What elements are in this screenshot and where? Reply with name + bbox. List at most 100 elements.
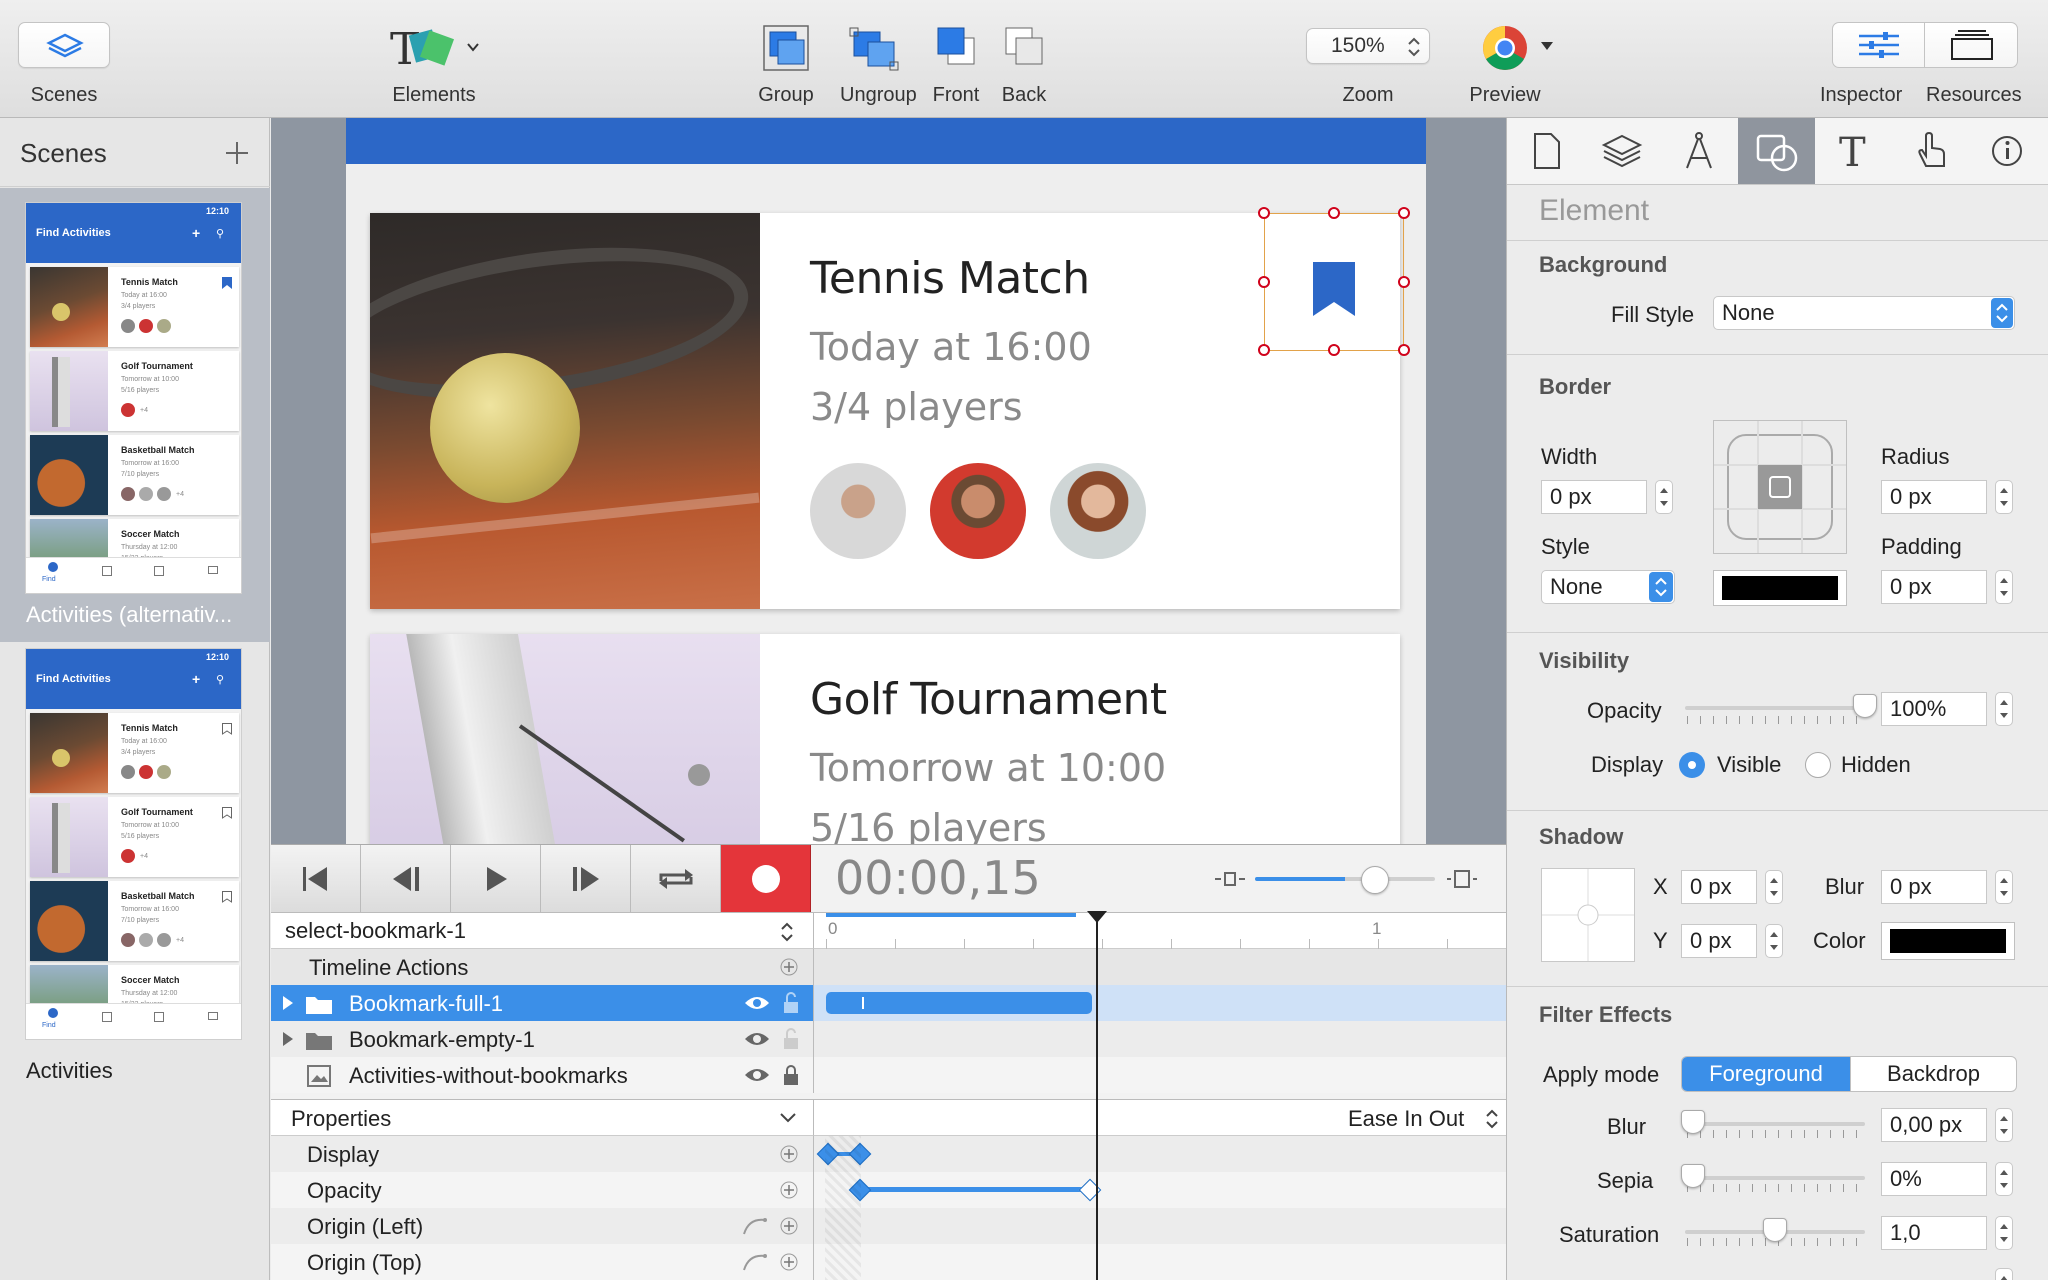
tab-text[interactable]: T <box>1815 118 1892 184</box>
resize-handle[interactable] <box>1328 344 1340 356</box>
bookmark-filled-icon[interactable] <box>1313 262 1355 316</box>
property-track[interactable] <box>813 1244 1506 1280</box>
layer-row[interactable]: Bookmark-empty-1 <box>271 1021 813 1057</box>
resources-toggle-button[interactable] <box>1926 23 2018 67</box>
curve-path-icon[interactable] <box>741 1250 769 1274</box>
property-track[interactable] <box>813 1208 1506 1244</box>
eye-icon[interactable] <box>743 993 771 1013</box>
layer-duration-bar[interactable] <box>826 992 1092 1014</box>
lock-icon[interactable] <box>781 1063 801 1087</box>
tab-actions[interactable] <box>1892 118 1969 184</box>
add-keyframe-icon[interactable] <box>779 1216 799 1236</box>
shadow-blur-stepper[interactable] <box>1995 870 2013 904</box>
preview-button[interactable]: Preview <box>1460 20 1550 120</box>
shadow-y-field[interactable]: 0 px <box>1681 924 1757 958</box>
canvas[interactable]: Tennis Match Today at 16:00 3/4 players <box>271 118 1506 844</box>
saturation-field[interactable]: 1,0 <box>1881 1216 1987 1250</box>
border-padding-field[interactable]: 0 px <box>1881 570 1987 604</box>
elements-toolbar-button[interactable]: T Elements <box>386 22 482 122</box>
resize-handle[interactable] <box>1398 207 1410 219</box>
fill-style-dropdown-icon[interactable] <box>1991 298 2013 328</box>
property-track[interactable] <box>813 1172 1506 1208</box>
resize-handle[interactable] <box>1258 207 1270 219</box>
add-keyframe-icon[interactable] <box>779 1252 799 1272</box>
filter-blur-slider[interactable] <box>1685 1122 1865 1126</box>
preview-dropdown-icon[interactable] <box>1540 40 1554 52</box>
resize-handle[interactable] <box>1258 276 1270 288</box>
unlock-icon[interactable] <box>781 991 801 1015</box>
zoom-in-timeline-icon[interactable] <box>1445 867 1479 891</box>
selection-box[interactable] <box>1258 207 1410 356</box>
shadow-offset-pad[interactable] <box>1541 868 1635 962</box>
visible-radio[interactable] <box>1679 752 1705 778</box>
tab-document[interactable] <box>1507 118 1584 184</box>
border-color-well[interactable] <box>1713 570 1847 606</box>
opacity-slider-knob[interactable] <box>1853 694 1877 718</box>
layer-row-selected[interactable]: Bookmark-full-1 <box>271 985 813 1021</box>
property-row[interactable]: Display <box>271 1136 813 1172</box>
scene-item-selected[interactable]: 12:10 Find Activities + ⚲ Tennis Match T… <box>0 188 270 642</box>
playhead-handle-icon[interactable] <box>1087 911 1107 925</box>
add-keyframe-icon[interactable] <box>779 1144 799 1164</box>
sepia-stepper[interactable] <box>1995 1162 2013 1196</box>
tab-metrics[interactable] <box>1661 118 1738 184</box>
add-action-icon[interactable] <box>779 957 799 977</box>
layer-track[interactable] <box>813 1057 1506 1093</box>
tab-scene[interactable] <box>1584 118 1661 184</box>
border-width-stepper[interactable] <box>1655 480 1673 514</box>
sepia-field[interactable]: 0% <box>1881 1162 1987 1196</box>
go-to-start-button[interactable] <box>271 845 361 912</box>
resize-handle[interactable] <box>1328 207 1340 219</box>
sepia-slider[interactable] <box>1685 1176 1865 1180</box>
properties-header[interactable]: Properties <box>271 1100 813 1136</box>
border-style-dropdown-icon[interactable] <box>1649 572 1673 602</box>
tab-identity[interactable] <box>1969 118 2046 184</box>
next-frame-button[interactable] <box>541 845 631 912</box>
previous-frame-button[interactable] <box>361 845 451 912</box>
scene-item[interactable]: 12:10 Find Activities + ⚲ Tennis Match T… <box>0 648 270 1078</box>
saturation-stepper[interactable] <box>1995 1216 2013 1250</box>
resize-handle[interactable] <box>1258 344 1270 356</box>
layer-track[interactable] <box>813 1021 1506 1057</box>
shadow-x-stepper[interactable] <box>1765 870 1783 904</box>
zoom-out-timeline-icon[interactable] <box>1213 867 1247 891</box>
border-padding-stepper[interactable] <box>1995 570 2013 604</box>
border-width-field[interactable]: 0 px <box>1541 480 1647 514</box>
time-ruler[interactable]: 0 1 <box>813 913 1507 949</box>
backdrop-segment[interactable]: Backdrop <box>1850 1057 2016 1091</box>
curve-path-icon[interactable] <box>741 1214 769 1238</box>
sepia-knob[interactable] <box>1681 1164 1705 1188</box>
scenes-toolbar-button[interactable]: Scenes <box>18 22 110 122</box>
keyframe[interactable] <box>848 1178 872 1202</box>
easing-selector[interactable]: Ease In Out <box>813 1100 1506 1136</box>
group-button[interactable]: Group <box>752 20 820 120</box>
add-keyframe-icon[interactable] <box>779 1180 799 1200</box>
tab-element[interactable] <box>1738 118 1815 184</box>
zoom-control[interactable]: 150% Zoom <box>1306 28 1430 122</box>
border-sides-picker[interactable] <box>1713 420 1847 554</box>
opacity-field[interactable]: 100% <box>1881 692 1987 726</box>
loop-button[interactable] <box>631 845 721 912</box>
border-radius-stepper[interactable] <box>1995 480 2013 514</box>
timeline-zoom-slider[interactable] <box>1255 877 1435 881</box>
unlock-icon[interactable] <box>781 1027 801 1051</box>
shadow-color-well[interactable] <box>1881 922 2015 960</box>
ungroup-button[interactable]: Ungroup <box>840 20 917 120</box>
activity-card[interactable]: Tennis Match Today at 16:00 3/4 players <box>370 207 1410 609</box>
play-button[interactable] <box>451 845 541 912</box>
add-scene-icon[interactable] <box>224 140 250 166</box>
activity-card[interactable]: Golf Tournament Tomorrow at 10:00 5/16 p… <box>370 634 1400 844</box>
disclosure-triangle-icon[interactable] <box>281 995 295 1011</box>
eye-icon[interactable] <box>743 1065 771 1085</box>
actions-track[interactable] <box>813 949 1506 985</box>
back-button[interactable]: Back <box>992 20 1056 120</box>
keyframe[interactable] <box>848 1142 872 1166</box>
next-filter-stepper[interactable] <box>1995 1268 2013 1280</box>
timeline-zoom-knob[interactable] <box>1361 866 1389 894</box>
property-row[interactable]: Origin (Left) <box>271 1208 813 1244</box>
keyframe[interactable] <box>816 1142 840 1166</box>
resize-handle[interactable] <box>1398 344 1410 356</box>
inspector-toggle-button[interactable] <box>1833 23 1925 67</box>
shadow-y-stepper[interactable] <box>1765 924 1783 958</box>
front-button[interactable]: Front <box>924 20 988 120</box>
